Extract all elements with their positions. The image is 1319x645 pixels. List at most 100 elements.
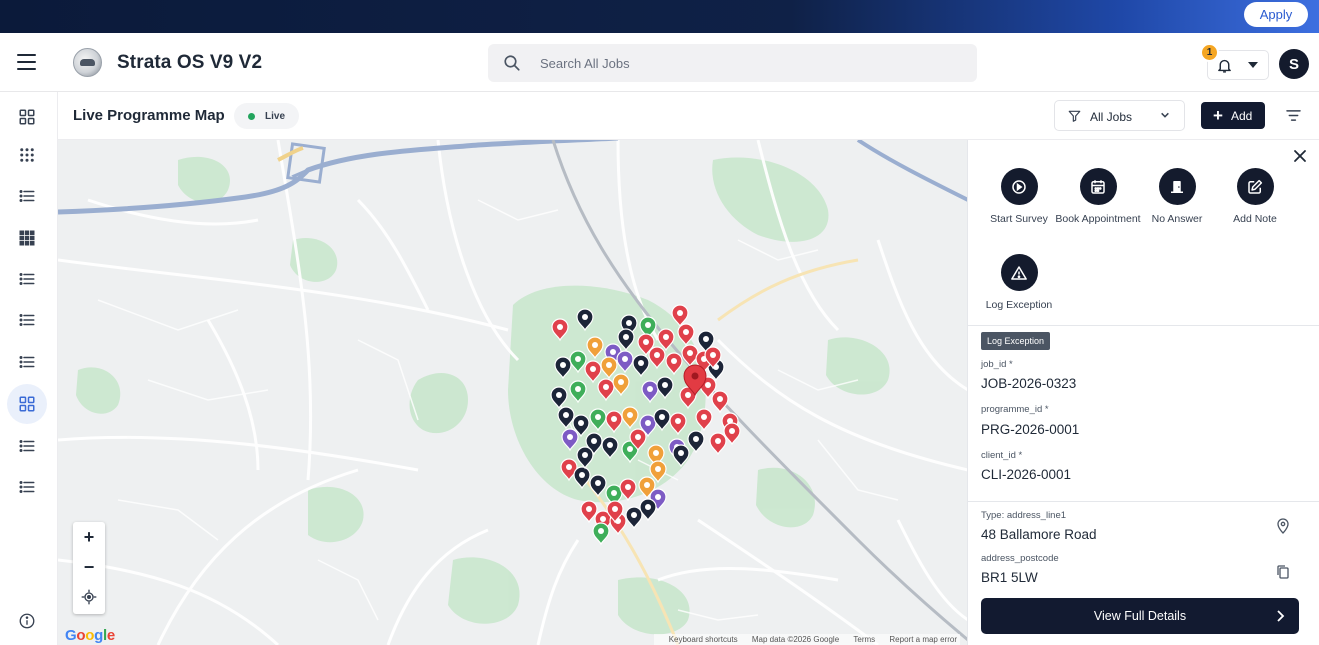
divider: [968, 325, 1319, 326]
chevron-down-icon: [1161, 112, 1169, 118]
chevron-down-icon[interactable]: [1248, 62, 1258, 68]
sidebar-item-list-2[interactable]: [7, 259, 47, 299]
dashboard-grid-icon: [19, 396, 35, 412]
action-circle: [1000, 254, 1038, 291]
notification-badge: 1: [1200, 43, 1219, 62]
action-label: Log Exception: [985, 299, 1053, 311]
zoom-out-button[interactable]: −: [73, 552, 105, 582]
edit-note-icon: [1248, 179, 1263, 194]
job-id-value: JOB-2026-0323: [981, 376, 1077, 391]
apply-button[interactable]: Apply: [1244, 2, 1308, 27]
map-pin[interactable]: [592, 522, 610, 546]
no-answer-button[interactable]: No Answer: [1132, 168, 1222, 226]
action-circle: [1236, 168, 1274, 205]
add-note-button[interactable]: Add Note: [1210, 168, 1300, 226]
locate-icon: [81, 589, 97, 605]
zoom-in-button[interactable]: +: [73, 522, 105, 552]
filter-icon: [1068, 110, 1081, 122]
live-dot-icon: [248, 112, 255, 120]
sidebar-item-list-5[interactable]: [7, 426, 47, 466]
map-pin[interactable]: [709, 432, 727, 456]
sort-filter-icon[interactable]: [1286, 109, 1301, 122]
filter-value: All Jobs: [1090, 110, 1133, 124]
map-data-text: Map data ©2026 Google: [751, 635, 840, 644]
action-label: Start Survey: [990, 213, 1048, 225]
start-survey-button[interactable]: Start Survey: [974, 168, 1064, 226]
sidebar-item-live-map[interactable]: [7, 384, 47, 424]
apps-grid-icon: [19, 230, 35, 246]
book-appointment-button[interactable]: Book Appointment: [1053, 168, 1143, 226]
page-toolbar: Live Programme Map Live All Jobs + Add: [58, 92, 1319, 140]
add-button[interactable]: + Add: [1201, 102, 1265, 129]
action-circle: [1158, 168, 1196, 205]
sidebar-item-list-6[interactable]: [7, 467, 47, 507]
job-detail-panel: Start Survey Book Appointment No Answer …: [967, 140, 1319, 645]
sidebar-item-list-1[interactable]: [7, 176, 47, 216]
app-header: Strata OS V9 V2 1 S: [0, 33, 1319, 92]
calendar-icon: [1091, 179, 1105, 194]
keyboard-shortcuts-link[interactable]: Keyboard shortcuts: [669, 635, 738, 644]
zoom-controls: + −: [73, 522, 105, 614]
location-pin-icon[interactable]: [1276, 518, 1290, 534]
sidebar-item-modules[interactable]: [7, 218, 47, 258]
job-filter-select[interactable]: All Jobs: [1054, 100, 1185, 131]
sidebar-item-info[interactable]: [7, 601, 47, 641]
divider: [968, 501, 1319, 502]
app-title: Strata OS V9 V2: [117, 52, 263, 73]
sidebar-item-list-4[interactable]: [7, 342, 47, 382]
client-id-value: CLI-2026-0001: [981, 467, 1072, 482]
dashboard-grid-icon: [19, 109, 35, 125]
list-icon: [19, 190, 35, 202]
live-map[interactable]: + − Google Keyboard shortcuts Map data ©…: [58, 140, 968, 645]
search-icon: [504, 55, 520, 71]
notifications-button[interactable]: 1: [1200, 43, 1269, 80]
menu-icon[interactable]: [17, 54, 36, 70]
info-icon: [19, 613, 35, 629]
search-bar[interactable]: [488, 44, 977, 82]
door-icon: [1171, 180, 1183, 193]
plus-icon: +: [1213, 106, 1223, 125]
map-minor-streets: [97, 199, 899, 621]
map-pin[interactable]: [711, 390, 729, 414]
action-label: Book Appointment: [1055, 213, 1141, 225]
app-logo: [73, 48, 102, 77]
my-location-button[interactable]: [73, 582, 105, 612]
postcode-value: BR1 5LW: [981, 570, 1038, 585]
bell-icon: [1218, 59, 1231, 73]
user-avatar[interactable]: S: [1279, 49, 1309, 79]
copy-icon[interactable]: [1276, 564, 1290, 580]
sidebar-item-list-3[interactable]: [7, 300, 47, 340]
map-canvas[interactable]: [58, 140, 968, 645]
form-section-tag: Log Exception: [981, 332, 1051, 350]
address-value: 48 Ballamore Road: [981, 527, 1097, 542]
play-circle-icon: [1012, 179, 1026, 194]
map-parks: [76, 156, 890, 635]
terms-link[interactable]: Terms: [853, 635, 875, 644]
top-banner: Apply: [0, 0, 1319, 33]
google-logo: Google: [65, 627, 115, 644]
live-status-badge: Live: [234, 103, 299, 129]
page-title: Live Programme Map: [73, 107, 225, 124]
map-pin[interactable]: [639, 498, 657, 522]
close-icon[interactable]: [1293, 149, 1307, 163]
live-label: Live: [265, 110, 286, 122]
sidebar-item-dashboard[interactable]: [7, 97, 47, 137]
details-label: View Full Details: [1093, 609, 1187, 623]
list-icon: [19, 314, 35, 326]
sidebar-rail: [0, 92, 58, 645]
sidebar-item-apps[interactable]: [7, 135, 47, 175]
view-full-details-button[interactable]: View Full Details: [981, 598, 1299, 634]
action-label: Add Note: [1233, 213, 1277, 225]
report-error-link[interactable]: Report a map error: [889, 635, 957, 644]
warning-icon: [1011, 265, 1027, 280]
list-icon: [19, 481, 35, 493]
list-icon: [19, 440, 35, 452]
map-pin[interactable]: [625, 506, 643, 530]
list-icon: [19, 273, 35, 285]
main-road: [58, 140, 619, 215]
secondary-road: [717, 258, 859, 322]
search-input[interactable]: [540, 44, 960, 82]
add-label: Add: [1230, 108, 1253, 123]
log-exception-button[interactable]: Log Exception: [974, 254, 1064, 312]
address-type-label: Type: address_line1: [981, 510, 1067, 521]
